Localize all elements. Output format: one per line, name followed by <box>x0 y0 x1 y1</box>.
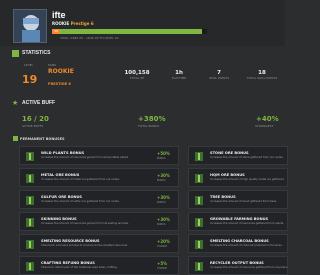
bonus-name: CRAFTING REFUND BONUS <box>41 261 95 265</box>
tree-icon <box>195 196 203 205</box>
xp-text: 1840 / 1890 XP - 1840 XP TO LEVEL 20 <box>60 36 119 40</box>
profile-header: ifte ROOKIE Prestige 6 19 1840 / 1890 XP… <box>0 0 285 46</box>
bonus-desc: Increases the amount of high quality met… <box>210 178 285 181</box>
bonus-desc: Increases the amount of resources gained… <box>41 156 129 159</box>
bonus-card-skinning[interactable]: SKINNING BONUS Increases the amount of r… <box>19 212 179 231</box>
level-value: 19 <box>22 73 38 86</box>
bonus-pct-label: CHANCE <box>157 245 168 248</box>
ore-icon <box>195 152 203 161</box>
bonus-card-growable-farming[interactable]: GROWABLE FARMING BONUS Increases the amo… <box>188 212 288 231</box>
prestige-value: PRESTIGE 6 <box>48 82 71 86</box>
bonus-pct: +20% <box>157 239 170 244</box>
bonus-name: STONE ORE BONUS <box>210 151 249 155</box>
stat-total-xp: 100,158 TOTAL XP <box>123 68 151 80</box>
rank-line: ROOKIE Prestige 6 <box>52 21 94 26</box>
xp-progress-bar: 19 <box>52 29 207 34</box>
bonus-name: TREE BONUS <box>210 195 236 199</box>
bonus-desc: Chance to refund part of the materials u… <box>41 266 118 269</box>
bonus-card-recycler-output[interactable]: RECYCLER OUTPUT BONUS Increases the amou… <box>188 256 288 275</box>
bonus-name: GROWABLE FARMING BONUS <box>210 217 269 221</box>
stat-skill-points: 7 SKILL POINTS <box>205 68 233 80</box>
avatar <box>13 9 47 43</box>
strongest-value: +40% <box>256 115 279 123</box>
hammer-icon <box>26 262 34 271</box>
bonus-pct: +50% <box>157 151 170 156</box>
furnace-icon <box>195 240 203 249</box>
bonus-name: SMELTING RESOURCE BONUS <box>41 239 100 243</box>
bonus-card-stone-ore[interactable]: STONE ORE BONUS Increases the amount of … <box>188 146 288 165</box>
bonus-name: SKINNING BONUS <box>41 217 77 221</box>
rank-value: ROOKIE <box>48 68 74 75</box>
bonus-card-hqm-ore[interactable]: HQM ORE BONUS Increases the amount of hi… <box>188 168 288 187</box>
star-icon: ★ <box>12 99 19 107</box>
permanent-bonuses-title: PERMANENT BONUSES <box>20 137 65 141</box>
ore-icon <box>26 174 34 183</box>
active-buffs-label: ACTIVE BUFFS <box>22 124 44 128</box>
xp-progress-fill <box>52 29 203 34</box>
bonus-pct: +30% <box>157 173 170 178</box>
username: ifte <box>52 10 66 20</box>
bonus-card-metal-ore[interactable]: METAL ORE BONUS Increases the amount of … <box>19 168 179 187</box>
furnace-icon <box>26 240 34 249</box>
bonus-desc: Increases the amount of resources gained… <box>41 222 129 225</box>
bonus-desc: Increases the amount of metal ore gather… <box>41 178 120 181</box>
bonus-name: WILD PLANTS BONUS <box>41 151 85 155</box>
bonus-name: METAL ORE BONUS <box>41 173 80 177</box>
total-bonus-label: TOTAL BONUS <box>138 124 160 128</box>
bonus-desc: Increases the amount of resources gather… <box>210 222 285 225</box>
stat-label: TOTAL SKILL POINTS <box>246 76 278 80</box>
bonus-desc: Increases the amount of stone gathered f… <box>210 156 284 159</box>
bonus-card-sulfur-ore[interactable]: SULFUR ORE BONUS Increases the amount of… <box>19 190 179 209</box>
bonus-name: SULFUR ORE BONUS <box>41 195 83 199</box>
stat-label: PLAYTIME <box>171 76 187 80</box>
bonus-pct: +30% <box>157 217 170 222</box>
bonus-card-smelting-charcoal[interactable]: SMELTING CHARCOAL BONUS Increases the am… <box>188 234 288 253</box>
bonus-pct: +5% <box>157 261 168 266</box>
plant-icon <box>26 152 34 161</box>
bonus-desc: Increases the amount of charcoal produce… <box>210 244 283 247</box>
level-badge: 19 <box>52 29 60 34</box>
active-buffs-value: 16 / 20 <box>22 115 49 123</box>
stat-playtime: 1h PLAYTIME <box>165 68 193 80</box>
prestige-text: Prestige 6 <box>70 21 94 26</box>
bonus-name: HQM ORE BONUS <box>210 173 245 177</box>
bonus-card-wild-plants[interactable]: WILD PLANTS BONUS Increases the amount o… <box>19 146 179 165</box>
bonus-desc: Increases the amount of sulfur ore gathe… <box>41 200 120 203</box>
bonus-card-crafting-refund[interactable]: CRAFTING REFUND BONUS Chance to refund p… <box>19 256 179 275</box>
bonus-pct-label: BONUS <box>157 201 166 204</box>
stat-total-skill-points: 18 TOTAL SKILL POINTS <box>245 68 279 80</box>
bonus-pct-label: BONUS <box>157 157 166 160</box>
bonus-desc: Chance for a furnace process to produce … <box>41 244 128 247</box>
ore-icon <box>26 196 34 205</box>
rank-text: ROOKIE <box>52 21 70 26</box>
recycler-icon <box>195 262 203 271</box>
ore-icon <box>195 174 203 183</box>
bonus-pct-label: CHANCE <box>157 267 168 270</box>
bonus-name: RECYCLER OUTPUT BONUS <box>210 261 264 265</box>
bonus-name: SMELTING CHARCOAL BONUS <box>210 239 269 243</box>
bonus-pct-label: BONUS <box>157 223 166 226</box>
bonus-card-tree[interactable]: TREE BONUS Increases the amount of wood … <box>188 190 288 209</box>
bonus-desc: Increases the amount of wood gathered fr… <box>210 200 277 203</box>
stat-label: TOTAL XP <box>129 76 145 80</box>
rank-label: RANK <box>48 63 57 67</box>
stat-label: SKILL POINTS <box>208 76 230 80</box>
statistics-icon <box>12 50 19 57</box>
permanent-bonus-icon <box>13 136 18 141</box>
plant-icon <box>195 218 203 227</box>
level-label: LEVEL <box>24 63 34 67</box>
total-bonus-value: +380% <box>138 115 166 123</box>
active-buff-title: ACTIVE BUFF <box>22 100 56 106</box>
statistics-title: STATISTICS <box>22 50 51 56</box>
bonus-pct-label: BONUS <box>157 179 166 182</box>
bonus-desc: Increases the amount of resources gather… <box>210 266 288 269</box>
bonus-pct: +30% <box>157 195 170 200</box>
bonus-card-smelting-resource[interactable]: SMELTING RESOURCE BONUS Chance for a fur… <box>19 234 179 253</box>
knife-icon <box>26 218 34 227</box>
strongest-label: STRONGEST <box>255 124 274 128</box>
